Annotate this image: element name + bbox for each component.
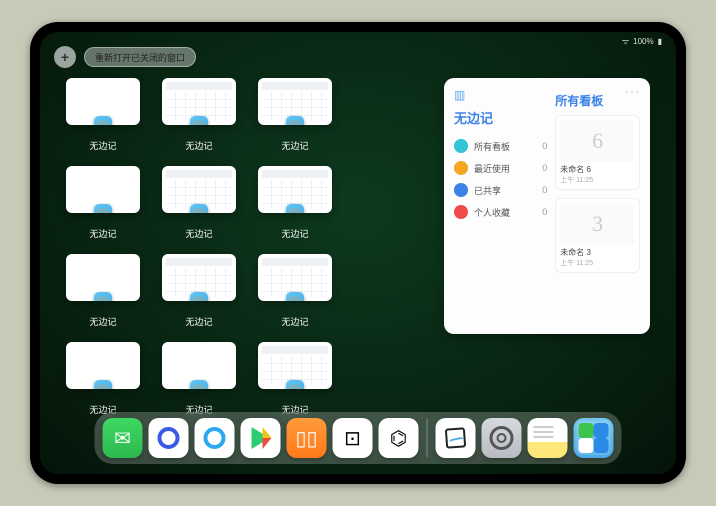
freeform-app-badge-icon: [94, 292, 112, 301]
thumb-label: 无边记: [185, 139, 212, 152]
category-icon: [454, 205, 468, 219]
category-row[interactable]: 已共享 0: [454, 179, 547, 201]
category-icon: [454, 161, 468, 175]
reopen-closed-window-button[interactable]: 重新打开已关闭的窗口: [84, 47, 196, 67]
books-icon[interactable]: ▯▯: [287, 418, 327, 458]
board-date: 上午 11:25: [560, 175, 635, 185]
sidebar-toggle-icon[interactable]: ▥: [454, 88, 547, 102]
topbar: + 重新打开已关闭的窗口: [54, 46, 196, 68]
category-label: 已共享: [474, 184, 501, 197]
panel-right: 所有看板 6 未命名 6 上午 11:253 未命名 3 上午 11:25: [547, 88, 640, 324]
window-thumb[interactable]: 无边记: [162, 78, 236, 152]
battery-text: 100%: [633, 37, 653, 46]
thumb-preview: [258, 166, 332, 213]
thumb-preview: [162, 342, 236, 389]
thumb-label: 无边记: [185, 227, 212, 240]
freeform-app-badge-icon: [94, 380, 112, 389]
thumb-label: 无边记: [281, 139, 308, 152]
freeform-icon[interactable]: [436, 418, 476, 458]
panel-left: ▥ 无边记 所有看板 0 最近使用 0 已共享 0 个人收藏 0: [454, 88, 547, 324]
window-thumb[interactable]: 无边记: [258, 254, 332, 328]
panel-title: 无边记: [454, 108, 547, 127]
window-thumb[interactable]: 无边记: [66, 342, 140, 416]
notes-icon[interactable]: [528, 418, 568, 458]
thumb-preview: [66, 166, 140, 213]
wechat-icon[interactable]: ✉: [103, 418, 143, 458]
board-name: 未命名 3: [560, 247, 635, 258]
thumb-preview: [162, 254, 236, 301]
freeform-app-badge-icon: [286, 116, 304, 125]
freeform-app-badge-icon: [94, 116, 112, 125]
thumb-preview: [66, 342, 140, 389]
screen: ᯤ 100% ▮ + 重新打开已关闭的窗口 无边记无边记无边记无边记无边记无边记…: [40, 32, 676, 474]
thumb-preview: [162, 78, 236, 125]
freeform-app-badge-icon: [190, 116, 208, 125]
qqbrowser-icon[interactable]: [195, 418, 235, 458]
battery-icon: ▮: [658, 37, 662, 46]
thumb-label: 无边记: [89, 227, 116, 240]
thumb-preview: [258, 342, 332, 389]
window-thumb[interactable]: 无边记: [258, 166, 332, 240]
freeform-app-badge-icon: [286, 292, 304, 301]
thumb-preview: [66, 254, 140, 301]
thumb-preview: [162, 166, 236, 213]
category-label: 最近使用: [474, 162, 510, 175]
thumb-label: 无边记: [281, 227, 308, 240]
content-area: 无边记无边记无边记无边记无边记无边记无边记无边记无边记无边记无边记无边记 ···…: [66, 78, 650, 416]
board-preview: 3: [560, 203, 635, 245]
window-thumb[interactable]: 无边记: [258, 342, 332, 416]
new-window-button[interactable]: +: [54, 46, 76, 68]
window-thumb[interactable]: 无边记: [258, 78, 332, 152]
window-thumb[interactable]: 无边记: [162, 166, 236, 240]
freeform-app-badge-icon: [190, 204, 208, 213]
thumb-label: 无边记: [89, 315, 116, 328]
thumb-label: 无边记: [185, 315, 212, 328]
freeform-app-badge-icon: [286, 380, 304, 389]
status-bar: ᯤ 100% ▮: [622, 36, 662, 47]
thumb-label: 无边记: [281, 315, 308, 328]
category-row[interactable]: 所有看板 0: [454, 135, 547, 157]
dock-separator: [427, 419, 428, 457]
window-thumb[interactable]: 无边记: [162, 254, 236, 328]
freeform-app-badge-icon: [286, 204, 304, 213]
category-row[interactable]: 个人收藏 0: [454, 201, 547, 223]
category-label: 个人收藏: [474, 206, 510, 219]
window-thumb[interactable]: 无边记: [162, 342, 236, 416]
dock: ✉ ▯▯⊡⌬: [95, 412, 622, 464]
thumb-preview: [258, 78, 332, 125]
sidebar-panel[interactable]: ··· ▥ 无边记 所有看板 0 最近使用 0 已共享 0 个人收藏 0 所有看…: [444, 78, 650, 334]
freeform-app-badge-icon: [94, 204, 112, 213]
ipad-device: ᯤ 100% ▮ + 重新打开已关闭的窗口 无边记无边记无边记无边记无边记无边记…: [30, 22, 686, 484]
settings-icon[interactable]: [482, 418, 522, 458]
quark-icon[interactable]: [149, 418, 189, 458]
board-date: 上午 11:25: [560, 258, 635, 268]
thumb-preview: [66, 78, 140, 125]
board-name: 未命名 6: [560, 164, 635, 175]
more-icon[interactable]: ···: [625, 84, 640, 98]
signal-icon: ᯤ: [622, 36, 629, 47]
window-thumb[interactable]: 无边记: [66, 166, 140, 240]
play-icon[interactable]: [241, 418, 281, 458]
board-card[interactable]: 6 未命名 6 上午 11:25: [555, 115, 640, 190]
app-folder-icon[interactable]: [574, 418, 614, 458]
window-thumb[interactable]: 无边记: [66, 254, 140, 328]
category-icon: [454, 183, 468, 197]
board-preview: 6: [560, 120, 635, 162]
airpods-icon[interactable]: ⌬: [379, 418, 419, 458]
freeform-app-badge-icon: [190, 292, 208, 301]
window-thumb[interactable]: 无边记: [66, 78, 140, 152]
board-card[interactable]: 3 未命名 3 上午 11:25: [555, 198, 640, 273]
thumb-label: 无边记: [89, 139, 116, 152]
category-icon: [454, 139, 468, 153]
dice-icon[interactable]: ⊡: [333, 418, 373, 458]
thumb-preview: [258, 254, 332, 301]
category-label: 所有看板: [474, 140, 510, 153]
category-row[interactable]: 最近使用 0: [454, 157, 547, 179]
window-grid: 无边记无边记无边记无边记无边记无边记无边记无边记无边记无边记无边记无边记: [66, 78, 428, 416]
freeform-app-badge-icon: [190, 380, 208, 389]
